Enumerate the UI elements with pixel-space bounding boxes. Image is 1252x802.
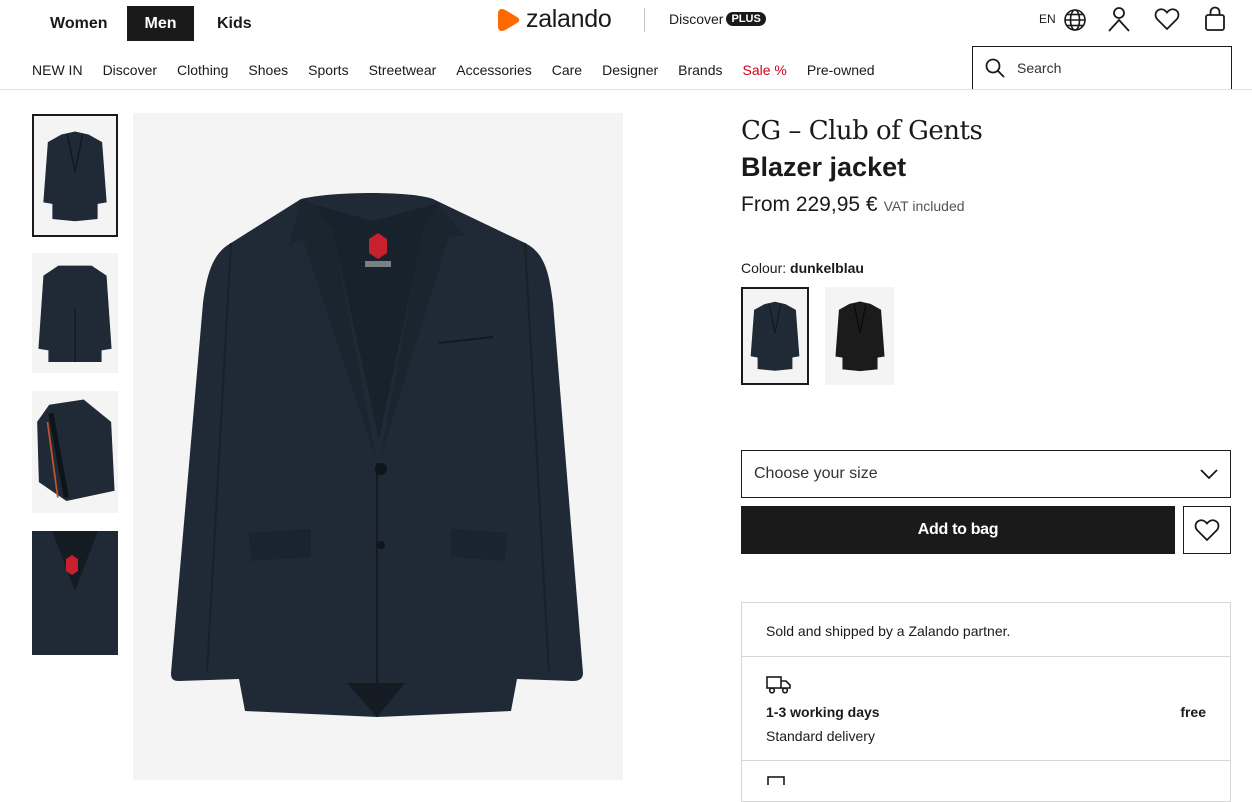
search-icon bbox=[985, 58, 1005, 78]
size-selector[interactable]: Choose your size bbox=[741, 450, 1231, 498]
language-label[interactable]: EN bbox=[1039, 12, 1056, 26]
colour-swatch-black[interactable] bbox=[825, 287, 894, 385]
nav-item-accessories[interactable]: Accessories bbox=[456, 62, 531, 78]
shipping-info-box: Sold and shipped by a Zalando partner. 1… bbox=[741, 602, 1231, 802]
zalando-logo-icon bbox=[498, 8, 520, 31]
delivery-days: 1-3 working days bbox=[766, 704, 880, 720]
nav-item-care[interactable]: Care bbox=[552, 62, 582, 78]
nav-item-pre-owned[interactable]: Pre-owned bbox=[807, 62, 875, 78]
black-jacket-swatch-image bbox=[834, 301, 885, 372]
main-product-image[interactable] bbox=[133, 113, 623, 780]
price-value: From 229,95 € bbox=[741, 193, 878, 216]
nav-item-clothing[interactable]: Clothing bbox=[177, 62, 228, 78]
colour-swatch-navy[interactable] bbox=[741, 287, 809, 385]
heart-icon[interactable] bbox=[1153, 6, 1181, 32]
nav-item-sale[interactable]: Sale % bbox=[743, 62, 787, 78]
thumbnail-detail[interactable] bbox=[32, 531, 118, 655]
info-divider bbox=[742, 656, 1230, 657]
category-nav: NEW IN Discover Clothing Shoes Sports St… bbox=[32, 62, 875, 78]
bag-icon[interactable] bbox=[1201, 5, 1229, 33]
jacket-front-thumbnail-image bbox=[43, 131, 107, 221]
delivery-truck-icon bbox=[766, 676, 791, 694]
user-icon[interactable] bbox=[1105, 5, 1133, 33]
brand-name[interactable]: CG – Club of Gents bbox=[741, 116, 983, 146]
chevron-down-icon bbox=[1200, 469, 1218, 479]
size-placeholder: Choose your size bbox=[754, 465, 878, 482]
discover-plus-link[interactable]: Discover PLUS bbox=[669, 11, 766, 27]
globe-icon[interactable] bbox=[1061, 6, 1089, 34]
vat-note: VAT included bbox=[883, 198, 965, 214]
sold-by-text: Sold and shipped by a Zalando partner. bbox=[766, 623, 1011, 639]
add-to-bag-button[interactable]: Add to bag bbox=[741, 506, 1175, 554]
nav-item-new-in[interactable]: NEW IN bbox=[32, 62, 83, 78]
product-title: Blazer jacket bbox=[741, 152, 907, 182]
search-input[interactable] bbox=[1015, 59, 1215, 77]
nav-item-sports[interactable]: Sports bbox=[308, 62, 348, 78]
jacket-inside-thumbnail-image bbox=[37, 399, 115, 502]
zalando-logo[interactable]: zalando bbox=[496, 5, 612, 34]
nav-item-discover[interactable]: Discover bbox=[103, 62, 157, 78]
price: From 229,95 € VAT included bbox=[741, 193, 965, 217]
nav-item-designer[interactable]: Designer bbox=[602, 62, 658, 78]
discover-label: Discover bbox=[669, 11, 724, 27]
nav-item-shoes[interactable]: Shoes bbox=[248, 62, 288, 78]
delivery-price: free bbox=[1180, 704, 1206, 720]
gender-tab-men[interactable]: Men bbox=[127, 6, 194, 41]
colour-label: Colour: dunkelblau bbox=[741, 260, 864, 276]
thumbnail-front[interactable] bbox=[32, 114, 118, 237]
plus-badge: PLUS bbox=[726, 12, 766, 26]
colour-value: dunkelblau bbox=[790, 260, 864, 276]
nav-divider bbox=[0, 89, 1252, 90]
heart-icon bbox=[1194, 519, 1220, 542]
navy-jacket-swatch-image bbox=[750, 301, 800, 371]
colour-label-text: Colour: bbox=[741, 260, 787, 276]
nav-item-brands[interactable]: Brands bbox=[678, 62, 722, 78]
jacket-detail-thumbnail-image bbox=[32, 531, 118, 655]
header-divider bbox=[644, 8, 645, 32]
jacket-back-thumbnail-image bbox=[38, 265, 112, 363]
thumbnail-inside[interactable] bbox=[32, 391, 118, 513]
gender-tab-women[interactable]: Women bbox=[38, 6, 119, 41]
search-box[interactable] bbox=[972, 46, 1232, 90]
blazer-image bbox=[171, 193, 583, 717]
gender-tab-kids[interactable]: Kids bbox=[205, 6, 264, 41]
thumbnail-back[interactable] bbox=[32, 253, 118, 373]
nav-item-streetwear[interactable]: Streetwear bbox=[369, 62, 437, 78]
delivery-type: Standard delivery bbox=[766, 728, 875, 744]
wishlist-button[interactable] bbox=[1183, 506, 1231, 554]
returns-icon bbox=[767, 776, 785, 785]
info-divider bbox=[742, 760, 1230, 761]
logo-text: zalando bbox=[526, 5, 612, 33]
